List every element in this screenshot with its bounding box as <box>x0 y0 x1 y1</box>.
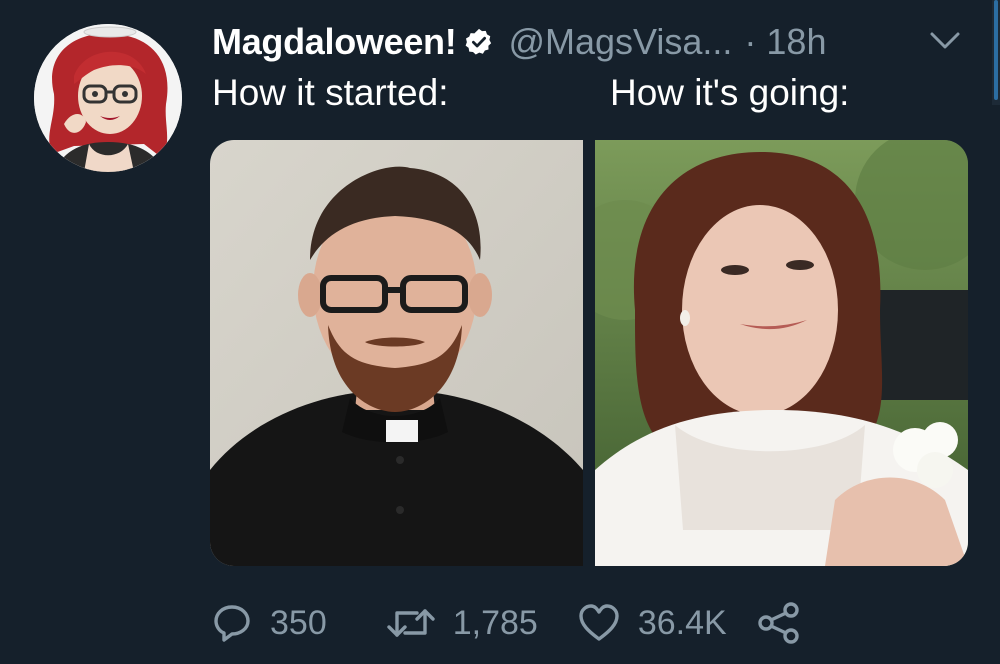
display-name[interactable]: Magdaloween! <box>212 21 457 63</box>
retweet-count: 1,785 <box>452 603 538 642</box>
retweet-icon <box>387 609 435 637</box>
photo-before-image <box>210 140 583 566</box>
photo-before[interactable] <box>210 140 583 566</box>
media-grid <box>210 140 968 566</box>
share-button[interactable] <box>757 601 801 645</box>
like-button[interactable]: 36.4K <box>576 601 727 645</box>
timestamp[interactable]: 18h <box>766 21 826 63</box>
heart-icon <box>579 604 619 641</box>
reply-icon <box>214 605 250 642</box>
retweet-button[interactable]: 1,785 <box>385 601 538 645</box>
tweet-text-right: How it's going: <box>610 72 850 113</box>
separator-dot: · <box>744 21 757 62</box>
scroll-indicator[interactable] <box>992 0 1000 105</box>
chevron-down-icon[interactable] <box>928 30 962 52</box>
scroll-thumb[interactable] <box>994 0 998 100</box>
photo-after-image <box>595 140 968 566</box>
avatar[interactable] <box>34 24 182 172</box>
reply-count: 350 <box>270 603 327 642</box>
tweet-header: Magdaloween! @MagsVisa... · 18h <box>212 18 826 66</box>
tweet-text-left: How it started: <box>212 72 449 113</box>
like-count: 36.4K <box>637 603 727 642</box>
avatar-illustration <box>34 24 182 172</box>
handle[interactable]: @MagsVisa... <box>508 21 732 63</box>
photo-after[interactable] <box>595 140 968 566</box>
verified-badge-icon <box>466 28 492 55</box>
tweet-actions: 350 1,785 36.4K <box>210 595 801 651</box>
reply-button[interactable]: 350 <box>210 601 327 645</box>
share-icon <box>757 602 799 644</box>
